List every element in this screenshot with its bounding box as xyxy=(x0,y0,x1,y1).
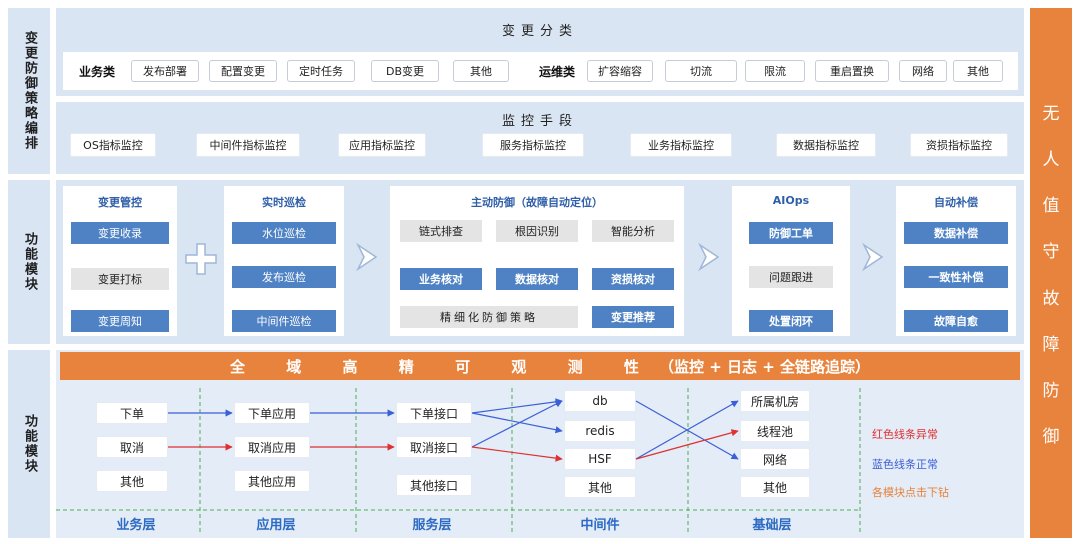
tag-ops-other[interactable]: 其他 xyxy=(953,60,1003,82)
data-check[interactable]: 数据核对 xyxy=(496,268,578,290)
chevron-right-icon-2 xyxy=(698,242,720,272)
panel-patrol-title: 实时巡检 xyxy=(262,196,306,209)
tag-cron[interactable]: 定时任务 xyxy=(287,60,355,82)
monitor-data[interactable]: 数据指标监控 xyxy=(776,133,876,157)
right-char: 故 xyxy=(1042,288,1060,309)
change-class-band: 变更分类 业务类 发布部署 配置变更 定时任务 DB变更 其他 运维类 扩容缩容… xyxy=(56,8,1024,96)
defense-ticket[interactable]: 防御工单 xyxy=(749,222,833,244)
observe-band: 全 域 高 精 可 观 测 性 （监控 + 日志 + 全链路追踪） 下单 取消 … xyxy=(56,350,1024,538)
panel-aiops: AIOps 防御工单 问题跟进 处置闭环 xyxy=(732,186,850,336)
layer-label-app: 应用层 xyxy=(256,518,296,533)
tag-switch[interactable]: 切流 xyxy=(665,60,737,82)
smart-analysis[interactable]: 智能分析 xyxy=(592,220,674,242)
change-class-title: 变更分类 xyxy=(501,24,578,39)
tag-deploy[interactable]: 发布部署 xyxy=(131,60,199,82)
issue-follow[interactable]: 问题跟进 xyxy=(749,266,833,288)
tag-db[interactable]: DB变更 xyxy=(371,60,439,82)
legend-drill: 各模块点击下钻 xyxy=(872,486,949,499)
self-heal[interactable]: 故障自愈 xyxy=(904,310,1008,332)
patrol-release[interactable]: 发布巡检 xyxy=(232,266,336,288)
legend-red: 红色线条异常 xyxy=(872,428,938,441)
tag-restart[interactable]: 重启置换 xyxy=(815,60,889,82)
handle-close[interactable]: 处置闭环 xyxy=(749,310,833,332)
unattended-defense-bar: 无 人 值 守 故 障 防 御 xyxy=(1030,8,1072,538)
business-check[interactable]: 业务核对 xyxy=(400,268,482,290)
panel-active-defense: 主动防御（故障自动定位） 链式排查 根因识别 智能分析 业务核对 数据核对 资损… xyxy=(390,186,684,336)
consistency-compensate[interactable]: 一致性补偿 xyxy=(904,266,1008,288)
monitor-loss[interactable]: 资损指标监控 xyxy=(910,133,1008,157)
business-class-label: 业务类 xyxy=(78,64,115,79)
chevron-right-icon xyxy=(356,242,378,272)
change-class-inner: 业务类 发布部署 配置变更 定时任务 DB变更 其他 运维类 扩容缩容 切流 限… xyxy=(63,52,1018,90)
layer-label-base: 基础层 xyxy=(752,518,792,533)
side-label-modules-2: 功能模块 xyxy=(8,350,50,538)
patrol-middleware[interactable]: 中间件巡检 xyxy=(232,310,336,332)
side-label-modules: 功能模块 xyxy=(8,180,50,344)
change-tag[interactable]: 变更打标 xyxy=(71,268,169,290)
tag-config[interactable]: 配置变更 xyxy=(209,60,277,82)
tag-business-other[interactable]: 其他 xyxy=(453,60,509,82)
panel-change-control-title: 变更管控 xyxy=(98,196,142,209)
layer-label-middleware: 中间件 xyxy=(580,518,620,533)
chevron-right-icon-3 xyxy=(862,242,884,272)
right-char: 御 xyxy=(1042,427,1060,448)
panel-patrol: 实时巡检 水位巡检 发布巡检 中间件巡检 xyxy=(224,186,344,336)
chain-check[interactable]: 链式排查 xyxy=(400,220,482,242)
connection-lines xyxy=(168,398,739,462)
right-char: 守 xyxy=(1042,242,1060,263)
root-cause[interactable]: 根因识别 xyxy=(496,220,578,242)
right-char: 防 xyxy=(1042,381,1060,402)
panel-compensate-title: 自动补偿 xyxy=(934,196,978,209)
side-label-strategy: 变更防御策略编排 xyxy=(8,8,50,174)
layer-label-business: 业务层 xyxy=(116,518,156,533)
loss-check[interactable]: 资损核对 xyxy=(592,268,674,290)
tag-scale[interactable]: 扩容缩容 xyxy=(587,60,653,82)
change-collect[interactable]: 变更收录 xyxy=(71,222,169,244)
tag-network[interactable]: 网络 xyxy=(899,60,947,82)
patrol-water[interactable]: 水位巡检 xyxy=(232,222,336,244)
modules-band: 变更管控 变更收录 变更打标 变更周知 实时巡检 水位巡检 发布巡检 中间件巡检… xyxy=(56,180,1024,344)
monitor-os[interactable]: OS指标监控 xyxy=(70,133,156,157)
layer-label-service: 服务层 xyxy=(412,518,452,533)
panel-active-title: 主动防御（故障自动定位） xyxy=(471,196,603,209)
legend-blue: 蓝色线条正常 xyxy=(872,458,938,471)
tag-limit[interactable]: 限流 xyxy=(745,60,805,82)
plus-icon xyxy=(185,243,217,275)
right-char: 无 xyxy=(1042,103,1060,124)
monitor-service[interactable]: 服务指标监控 xyxy=(482,133,584,157)
right-char: 值 xyxy=(1042,196,1060,217)
fine-strategy[interactable]: 精细化防御策略 xyxy=(400,306,578,328)
monitor-middleware[interactable]: 中间件指标监控 xyxy=(196,133,300,157)
monitor-business[interactable]: 业务指标监控 xyxy=(630,133,732,157)
monitor-title: 监控手段 xyxy=(501,114,578,129)
change-notify[interactable]: 变更周知 xyxy=(71,310,169,332)
ops-class-label: 运维类 xyxy=(538,64,575,79)
monitor-band: 监控手段 OS指标监控 中间件指标监控 应用指标监控 服务指标监控 业务指标监控… xyxy=(56,102,1024,174)
data-compensate[interactable]: 数据补偿 xyxy=(904,222,1008,244)
right-char: 障 xyxy=(1042,334,1060,355)
panel-compensate: 自动补偿 数据补偿 一致性补偿 故障自愈 xyxy=(896,186,1016,336)
panel-change-control: 变更管控 变更收录 变更打标 变更周知 xyxy=(63,186,177,336)
monitor-app[interactable]: 应用指标监控 xyxy=(338,133,426,157)
change-recommend[interactable]: 变更推荐 xyxy=(592,306,674,328)
right-char: 人 xyxy=(1042,149,1060,170)
panel-aiops-title: AIOps xyxy=(772,194,810,207)
